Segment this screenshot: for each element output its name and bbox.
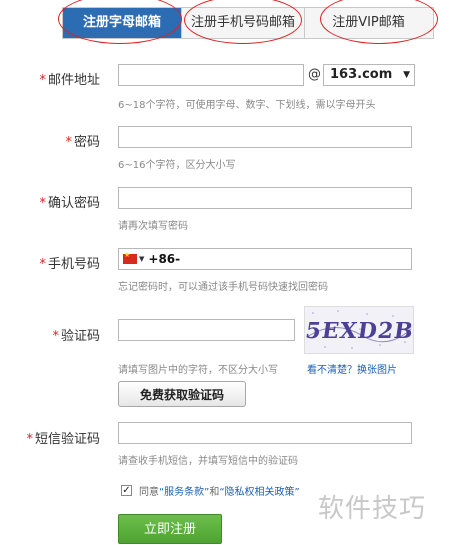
email-username-input[interactable] bbox=[118, 64, 304, 86]
registration-tabs: 注册字母邮箱 注册手机号码邮箱 注册VIP邮箱 bbox=[62, 7, 434, 39]
refresh-captcha-link[interactable]: 看不清楚？换张图片 bbox=[307, 361, 397, 376]
email-domain-select[interactable]: 163.com ▼ bbox=[323, 64, 415, 86]
at-symbol: @ bbox=[308, 67, 321, 82]
register-button[interactable]: 立即注册 bbox=[118, 514, 222, 544]
terms-link[interactable]: “服务条款” bbox=[159, 487, 209, 498]
sms-code-hint: 请查收手机短信，并填写短信中的验证码 bbox=[118, 456, 298, 467]
tab-vip-email[interactable]: 注册VIP邮箱 bbox=[304, 8, 433, 38]
privacy-link[interactable]: “隐私权相关政策” bbox=[219, 487, 299, 498]
confirm-password-hint: 请再次填写密码 bbox=[118, 221, 188, 232]
email-label: * 邮件地址 bbox=[39, 73, 100, 88]
agreement-text: 同意“服务条款”和“隐私权相关政策” bbox=[139, 487, 300, 498]
password-hint: 6~16个字符，区分大小写 bbox=[118, 160, 236, 171]
phone-label: * 手机号码 bbox=[39, 257, 100, 272]
svg-text:5EXD2B: 5EXD2B bbox=[305, 318, 413, 344]
captcha-hint: 请填写图片中的字符，不区分大小写 bbox=[118, 365, 278, 376]
captcha-image[interactable]: 5EXD2B bbox=[304, 306, 414, 354]
tab-letter-email[interactable]: 注册字母邮箱 bbox=[63, 8, 181, 38]
captcha-noise: 5EXD2B bbox=[305, 310, 413, 349]
get-sms-code-button[interactable]: 免费获取验证码 bbox=[118, 381, 246, 407]
sms-code-label: * 短信验证码 bbox=[26, 432, 100, 447]
password-input[interactable] bbox=[118, 126, 412, 148]
captcha-label: * 验证码 bbox=[52, 329, 100, 344]
phone-input[interactable]: ▼ +86- bbox=[118, 248, 412, 270]
tab-phone-email[interactable]: 注册手机号码邮箱 bbox=[181, 8, 305, 38]
sms-code-input[interactable] bbox=[118, 422, 412, 444]
agree-checkbox[interactable]: ✓ bbox=[121, 485, 132, 496]
email-hint: 6~18个字符，可使用字母、数字、下划线，需以字母开头 bbox=[118, 100, 376, 111]
chevron-down-icon: ▼ bbox=[403, 70, 410, 80]
china-flag-icon[interactable] bbox=[123, 251, 137, 264]
chevron-down-icon[interactable]: ▼ bbox=[139, 255, 144, 263]
confirm-password-label: * 确认密码 bbox=[39, 196, 100, 211]
confirm-password-input[interactable] bbox=[118, 187, 412, 209]
country-code: +86- bbox=[148, 252, 181, 266]
captcha-input[interactable] bbox=[118, 319, 295, 341]
password-label: * 密码 bbox=[65, 135, 100, 150]
watermark: 软件技巧 bbox=[318, 494, 427, 524]
phone-hint: 忘记密码时，可以通过该手机号码快速找回密码 bbox=[118, 282, 328, 293]
